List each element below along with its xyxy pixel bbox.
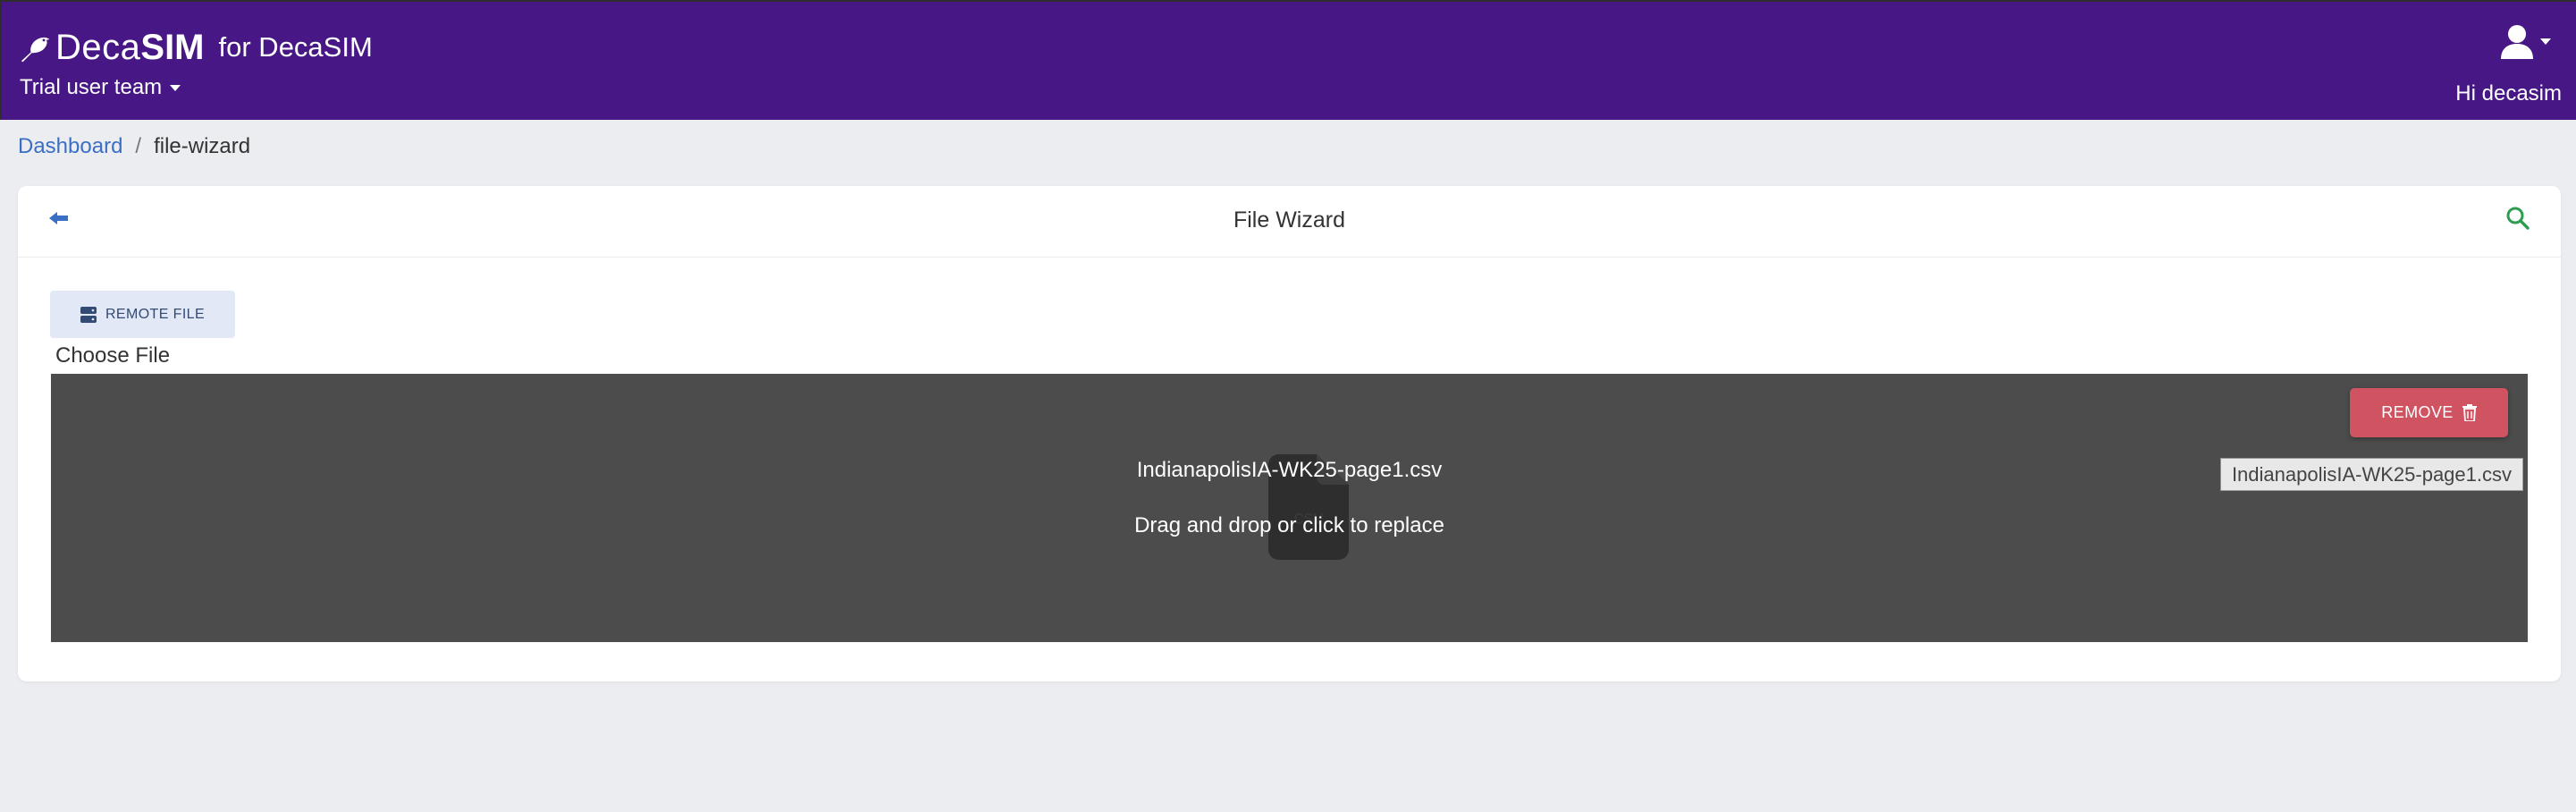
user-greeting: Hi decasim: [2455, 81, 2562, 106]
breadcrumb: Dashboard / file-wizard: [18, 134, 250, 159]
team-name: Trial user team: [20, 75, 163, 99]
chevron-down-icon: [170, 84, 181, 91]
bird-logo-icon: [21, 37, 50, 63]
breadcrumb-current: file-wizard: [154, 134, 251, 158]
server-icon: [80, 306, 97, 323]
user-icon: [2501, 25, 2533, 59]
page-title: File Wizard: [1233, 207, 1345, 233]
top-navbar: Deca SIM for DecaSIM Trial user team Hi …: [0, 0, 2576, 120]
team-dropdown[interactable]: Trial user team: [20, 75, 181, 100]
search-icon: [2506, 207, 2530, 230]
brand-logo[interactable]: Deca SIM for DecaSIM: [20, 27, 373, 68]
brand-suffix: for DecaSIM: [218, 31, 373, 63]
file-wizard-card: File Wizard REMOTE FILE Choose File csv …: [18, 186, 2561, 681]
file-dropzone[interactable]: csv IndianapolisIA-WK25-page1.csv Drag a…: [51, 374, 2528, 642]
breadcrumb-separator: /: [135, 134, 142, 158]
remove-label: REMOVE: [2381, 403, 2454, 421]
remove-file-button[interactable]: REMOVE: [2350, 388, 2508, 437]
choose-file-label: Choose File: [55, 343, 171, 368]
user-menu-button[interactable]: [2499, 23, 2551, 59]
trash-icon: [2462, 404, 2477, 421]
brand-name-light: Deca: [55, 28, 141, 67]
remote-file-label: REMOTE FILE: [105, 306, 206, 322]
chevron-down-icon: [2540, 38, 2551, 45]
dropzone-message: Drag and drop or click to replace: [1134, 513, 1444, 537]
filename-tooltip: IndianapolisIA-WK25-page1.csv: [2219, 458, 2523, 491]
card-header: File Wizard: [18, 186, 2561, 258]
search-button[interactable]: [2505, 206, 2530, 235]
selected-filename: IndianapolisIA-WK25-page1.csv: [1136, 458, 1443, 482]
breadcrumb-dashboard-link[interactable]: Dashboard: [18, 134, 122, 159]
remote-file-button[interactable]: REMOTE FILE: [50, 291, 235, 338]
brand-name-bold: SIM: [140, 28, 205, 67]
